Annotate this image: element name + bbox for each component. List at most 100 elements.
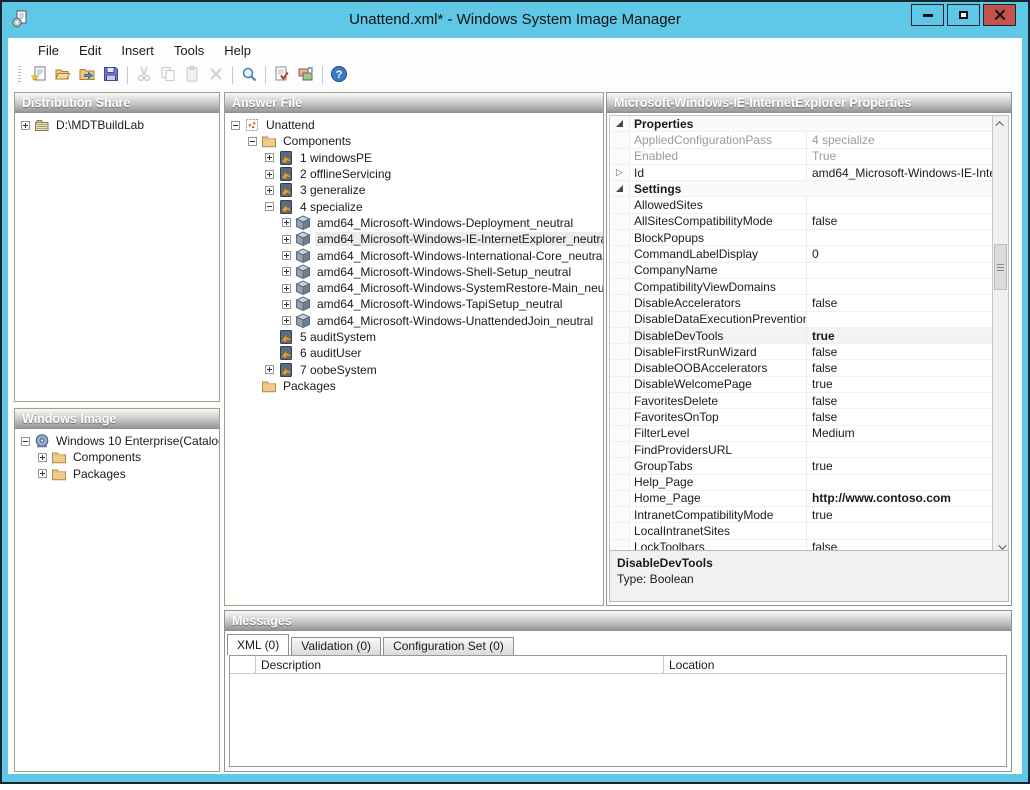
property-row[interactable]: FindProvidersURL	[610, 442, 1008, 458]
collapse-icon[interactable]	[265, 202, 274, 211]
property-row[interactable]: AppliedConfigurationPass4 specialize	[610, 132, 1008, 148]
property-row[interactable]: ▷ Idamd64_Microsoft-Windows-IE-InternetEx	[610, 165, 1008, 181]
property-row[interactable]: CompanyName	[610, 263, 1008, 279]
property-value[interactable]: Medium	[806, 426, 1008, 441]
tree-item[interactable]: 2 offlineServicing	[225, 166, 603, 182]
expand-icon[interactable]	[282, 251, 291, 260]
tree-item[interactable]: 4 specialize	[225, 198, 603, 214]
property-value[interactable]: false	[806, 409, 1008, 424]
property-row[interactable]: IntranetCompatibilityModetrue	[610, 507, 1008, 523]
tree-item[interactable]: 7 oobeSystem	[225, 361, 603, 377]
menu-file[interactable]: File	[28, 40, 69, 61]
expand-icon[interactable]	[282, 300, 291, 309]
property-row[interactable]: BlockPopups	[610, 230, 1008, 246]
property-name[interactable]: FindProvidersURL	[630, 443, 806, 457]
property-value[interactable]: false	[806, 344, 1008, 359]
tree-item[interactable]: 3 generalize	[225, 182, 603, 198]
property-value[interactable]: true	[806, 328, 1008, 343]
property-row[interactable]: DisableDataExecutionPrevention	[610, 312, 1008, 328]
tab-configuration-set[interactable]: Configuration Set (0)	[383, 637, 514, 655]
expand-icon[interactable]	[265, 365, 274, 374]
expand-icon[interactable]	[265, 170, 274, 179]
property-row[interactable]: DisableOOBAcceleratorsfalse	[610, 360, 1008, 376]
tree-item[interactable]: amd64_Microsoft-Windows-SystemRestore-Ma…	[225, 280, 603, 296]
tab-validation[interactable]: Validation (0)	[291, 637, 381, 655]
property-name[interactable]: AllSitesCompatibilityMode	[630, 214, 806, 228]
property-value[interactable]	[806, 230, 1008, 245]
tree-item[interactable]: 5 auditSystem	[225, 329, 603, 345]
tree-item[interactable]: Components	[15, 449, 219, 465]
description-column-header[interactable]: Description	[256, 656, 664, 673]
property-name[interactable]: AppliedConfigurationPass	[630, 133, 806, 147]
tab-xml[interactable]: XML (0)	[227, 634, 289, 655]
expand-icon[interactable]	[282, 284, 291, 293]
property-name[interactable]: DisableWelcomePage	[630, 377, 806, 391]
property-row[interactable]: DisableAcceleratorsfalse	[610, 295, 1008, 311]
expand-icon[interactable]	[38, 453, 47, 462]
property-name[interactable]: CommandLabelDisplay	[630, 247, 806, 261]
property-row[interactable]: Home_Pagehttp://www.contoso.com	[610, 491, 1008, 507]
property-value[interactable]: True	[806, 149, 1008, 164]
tree-item[interactable]: Packages	[15, 466, 219, 482]
property-value[interactable]	[806, 312, 1008, 327]
property-name[interactable]: IntranetCompatibilityMode	[630, 508, 806, 522]
expand-icon[interactable]	[282, 235, 291, 244]
tree-item[interactable]: 6 auditUser	[225, 345, 603, 361]
open-windows-image-button[interactable]	[75, 64, 99, 86]
collapse-icon[interactable]	[231, 121, 240, 130]
save-answer-file-button[interactable]	[99, 64, 123, 86]
property-name[interactable]: LocalIntranetSites	[630, 524, 806, 538]
property-row[interactable]: LocalIntranetSites	[610, 523, 1008, 539]
tree-item[interactable]: 1 windowsPE	[225, 150, 603, 166]
validate-answer-file-button[interactable]	[270, 64, 294, 86]
property-value[interactable]: false	[806, 393, 1008, 408]
property-row[interactable]: FavoritesDeletefalse	[610, 393, 1008, 409]
property-value[interactable]: amd64_Microsoft-Windows-IE-InternetEx	[806, 165, 1008, 180]
property-grid-scrollbar[interactable]	[992, 115, 1009, 555]
property-name[interactable]: Help_Page	[630, 475, 806, 489]
scrollbar-thumb[interactable]	[994, 244, 1007, 290]
expand-icon[interactable]	[282, 267, 291, 276]
expand-icon[interactable]	[282, 316, 291, 325]
property-value[interactable]	[806, 279, 1008, 294]
menu-insert[interactable]: Insert	[111, 40, 164, 61]
collapse-icon[interactable]	[248, 137, 257, 146]
property-value[interactable]: true	[806, 507, 1008, 522]
property-row[interactable]: AllowedSites	[610, 197, 1008, 213]
expand-icon[interactable]	[265, 153, 274, 162]
property-name[interactable]: CompanyName	[630, 263, 806, 277]
property-value[interactable]	[806, 197, 1008, 212]
property-name[interactable]: CompatibilityViewDomains	[630, 280, 806, 294]
open-answer-file-button[interactable]	[51, 64, 75, 86]
tree-item[interactable]: amd64_Microsoft-Windows-IE-InternetExplo…	[225, 231, 603, 247]
menu-edit[interactable]: Edit	[69, 40, 111, 61]
property-row[interactable]: CommandLabelDisplay0	[610, 246, 1008, 262]
property-value[interactable]: 4 specialize	[806, 132, 1008, 147]
help-button[interactable]: ?	[327, 64, 351, 86]
expand-icon[interactable]	[38, 469, 47, 478]
property-name[interactable]: Enabled	[630, 149, 806, 163]
property-name[interactable]: Id	[630, 166, 806, 180]
tree-item[interactable]: D:\MDTBuildLab	[15, 117, 219, 133]
property-name[interactable]: DisableAccelerators	[630, 296, 806, 310]
property-value[interactable]	[806, 475, 1008, 490]
property-value[interactable]	[806, 523, 1008, 538]
tree-item[interactable]: amd64_Microsoft-Windows-Shell-Setup_neut…	[225, 264, 603, 280]
property-name[interactable]: DisableDataExecutionPrevention	[630, 312, 806, 326]
close-button[interactable]	[983, 4, 1016, 26]
tree-item[interactable]: amd64_Microsoft-Windows-UnattendedJoin_n…	[225, 313, 603, 329]
menu-help[interactable]: Help	[214, 40, 261, 61]
property-row[interactable]: CompatibilityViewDomains	[610, 279, 1008, 295]
property-row[interactable]: DisableWelcomePagetrue	[610, 377, 1008, 393]
property-name[interactable]: FilterLevel	[630, 426, 806, 440]
property-value[interactable]: true	[806, 377, 1008, 392]
property-row[interactable]: FavoritesOnTopfalse	[610, 409, 1008, 425]
maximize-button[interactable]	[947, 4, 980, 26]
property-name[interactable]: DisableDevTools	[630, 329, 806, 343]
expand-icon[interactable]	[21, 121, 30, 130]
expand-icon[interactable]	[265, 186, 274, 195]
row-expand-icon[interactable]: ▷	[616, 168, 623, 177]
property-name[interactable]: FavoritesDelete	[630, 394, 806, 408]
scroll-up-button[interactable]	[993, 116, 1008, 132]
property-row[interactable]: EnabledTrue	[610, 149, 1008, 165]
